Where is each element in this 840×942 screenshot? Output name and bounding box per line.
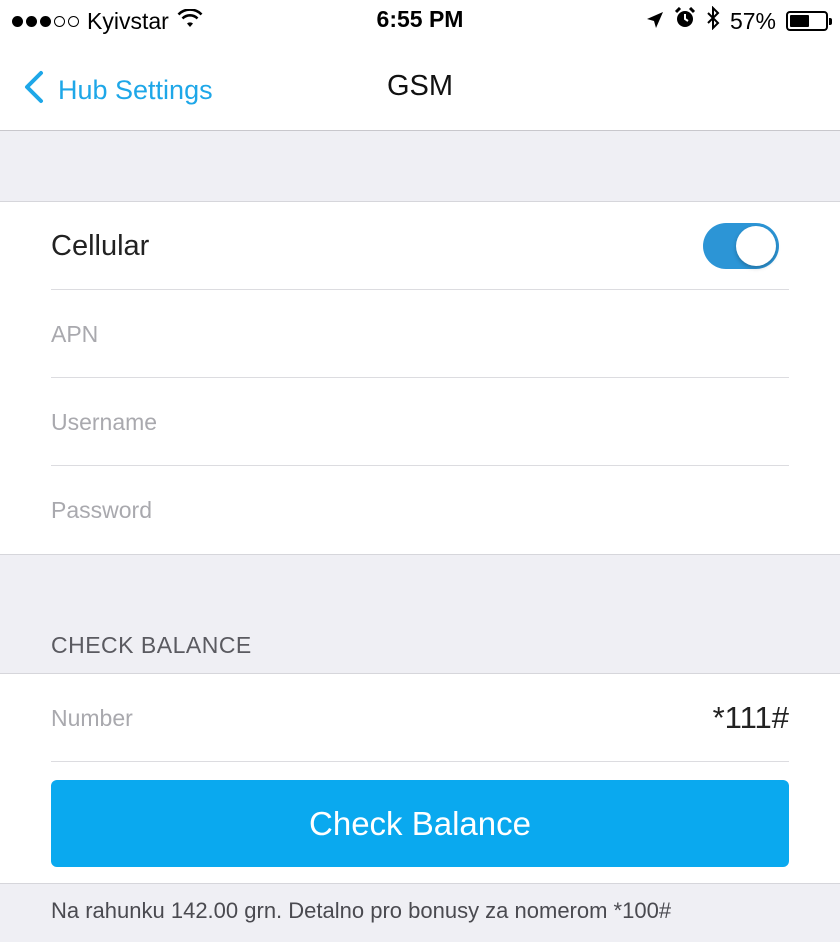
battery-percent: 57% <box>729 7 776 34</box>
cellular-toggle-row: Cellular <box>51 202 789 290</box>
toggle-knob <box>736 226 776 266</box>
password-row <box>51 466 789 554</box>
status-bar-right: 57% <box>646 5 832 36</box>
check-balance-section-header: CHECK BALANCE <box>51 632 252 658</box>
username-input[interactable] <box>51 378 789 466</box>
page-title: GSM <box>386 70 454 102</box>
apn-row <box>51 290 789 378</box>
bluetooth-icon <box>706 5 720 36</box>
balance-result-text: Na rahunku 142.00 grn. Detalno pro bonus… <box>51 898 672 923</box>
number-row: Number *111# <box>51 674 789 762</box>
check-balance-button[interactable]: Check Balance <box>51 780 789 867</box>
navigation-bar: Hub Settings GSM <box>0 40 840 131</box>
gsm-settings-screen: Kyivstar 6:55 PM 57% Hub Settings GSM Ce… <box>0 0 840 942</box>
status-bar: Kyivstar 6:55 PM 57% <box>0 0 840 40</box>
cellular-settings-group: Cellular <box>0 201 840 555</box>
location-arrow-icon <box>646 8 664 35</box>
battery-icon <box>786 11 832 31</box>
password-input[interactable] <box>51 466 789 554</box>
apn-input[interactable] <box>51 290 789 378</box>
alarm-clock-icon <box>674 6 696 35</box>
username-row <box>51 378 789 466</box>
number-label: Number <box>51 705 133 731</box>
cellular-toggle[interactable] <box>703 223 779 269</box>
cellular-label: Cellular <box>51 230 150 262</box>
number-value[interactable]: *111# <box>713 674 789 762</box>
